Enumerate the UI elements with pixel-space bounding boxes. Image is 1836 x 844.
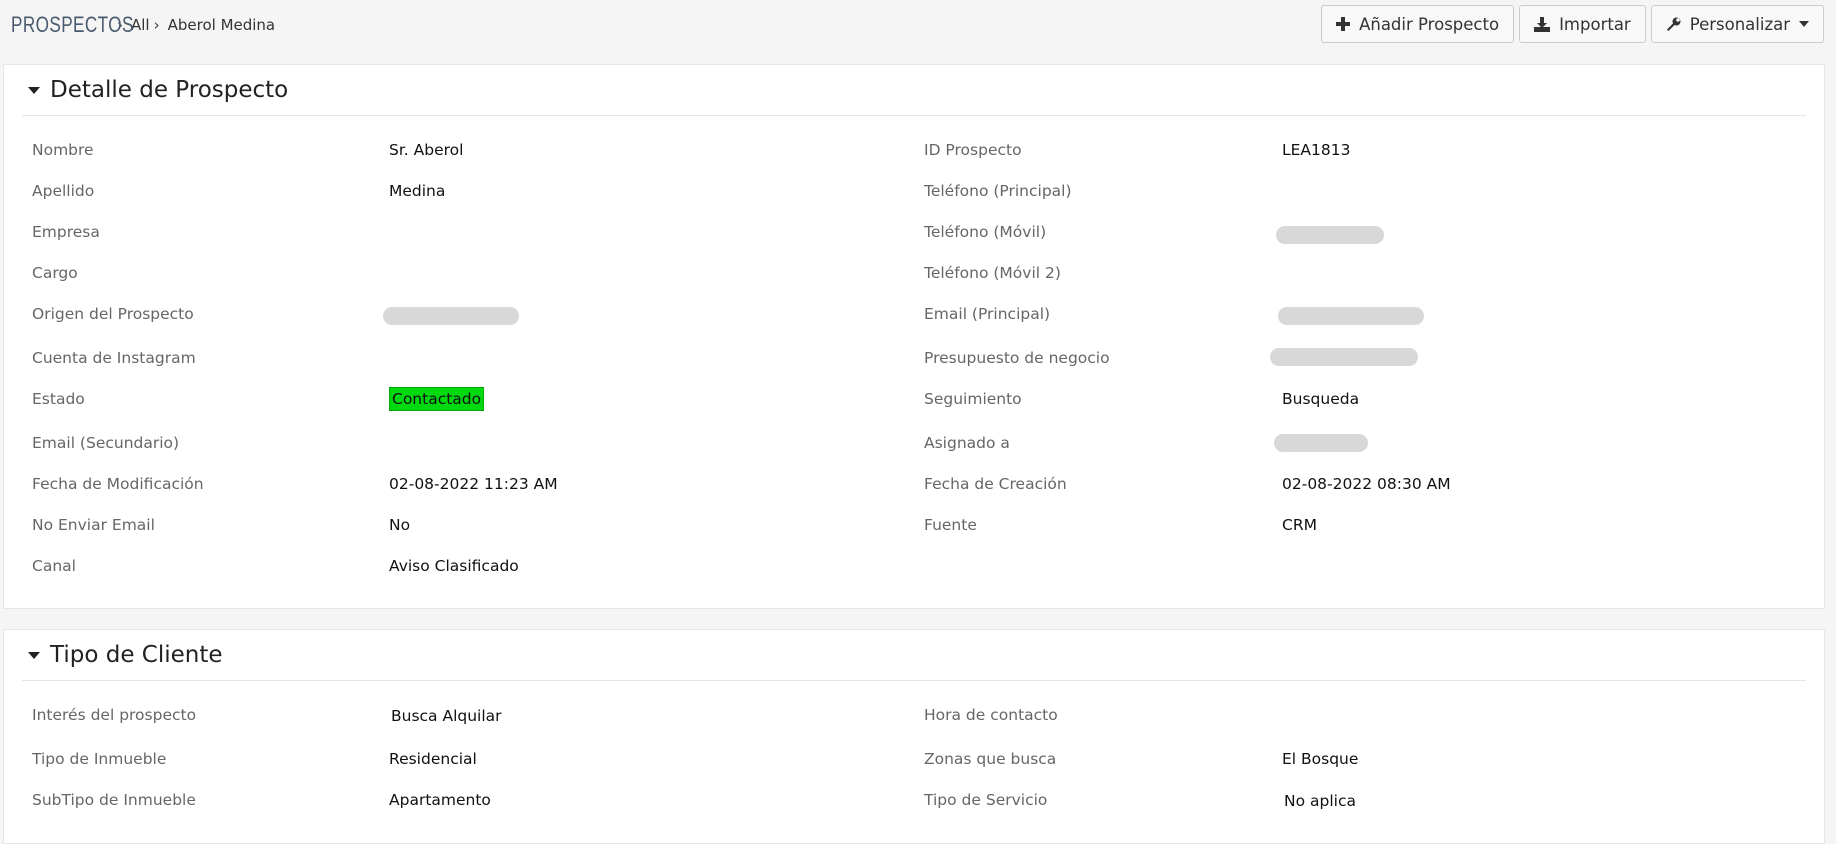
field-value: 02-08-2022 08:30 AM <box>1282 475 1451 493</box>
field-label: SubTipo de Inmueble <box>32 791 196 809</box>
field-label: Teléfono (Móvil) <box>924 223 1047 241</box>
download-icon <box>1534 16 1551 32</box>
field-value: Apartamento <box>389 791 491 809</box>
field-label: Hora de contacto <box>924 706 1058 724</box>
field-value: CRM <box>1282 516 1317 534</box>
field-label: Presupuesto de negocio <box>924 349 1110 367</box>
field-row: Nombre Sr. Aberol ID Prospecto LEA1813 <box>4 141 1824 161</box>
field-row: Interés del prospecto Busca Alquilar Hor… <box>4 706 1824 726</box>
caret-down-icon <box>1799 21 1809 27</box>
caret-down-icon <box>28 651 40 659</box>
redacted-budget <box>1270 348 1418 366</box>
caret-down-icon <box>28 86 40 94</box>
detail-panel-header[interactable]: Detalle de Prospecto <box>22 65 1806 116</box>
client-type-panel-header[interactable]: Tipo de Cliente <box>22 630 1806 681</box>
module-name[interactable]: PROSPECTOS <box>11 12 133 38</box>
field-row: Cargo Teléfono (Móvil 2) <box>4 264 1824 284</box>
wrench-icon <box>1666 17 1681 32</box>
field-value: Aviso Clasificado <box>389 557 519 575</box>
field-label: Estado <box>32 390 85 408</box>
field-value: LEA1813 <box>1282 141 1351 159</box>
field-value: No aplica <box>1284 792 1356 810</box>
field-value: 02-08-2022 11:23 AM <box>389 475 558 493</box>
field-row: Email (Secundario) Asignado a <box>4 434 1824 454</box>
toolbar: Añadir Prospecto Importar Personalizar <box>1321 5 1824 43</box>
field-label: ID Prospecto <box>924 141 1022 159</box>
field-label: No Enviar Email <box>32 516 155 534</box>
plus-icon <box>1336 17 1351 31</box>
field-label: Fecha de Modificación <box>32 475 204 493</box>
field-value: Busca Alquilar <box>391 707 502 725</box>
field-row: Tipo de Inmueble Residencial Zonas que b… <box>4 750 1824 770</box>
field-row: Origen del Prospecto Email (Principal) <box>4 305 1824 325</box>
field-label: Empresa <box>32 223 100 241</box>
add-prospect-label: Añadir Prospecto <box>1359 14 1500 34</box>
field-label: Zonas que busca <box>924 750 1057 768</box>
breadcrumb-all[interactable]: All <box>131 16 150 34</box>
redacted-assignee <box>1274 434 1368 452</box>
field-label: Teléfono (Principal) <box>924 182 1072 200</box>
customize-label: Personalizar <box>1689 14 1790 34</box>
chevron-right-icon: › <box>153 16 160 34</box>
field-label: Teléfono (Móvil 2) <box>924 264 1061 282</box>
field-label: Cargo <box>32 264 78 282</box>
field-value: Medina <box>389 182 446 200</box>
field-row: Canal Aviso Clasificado <box>4 557 1824 577</box>
breadcrumb: PROSPECTOS › All › Aberol Medina <box>11 12 275 38</box>
field-row: Estado Contactado Seguimiento Busqueda <box>4 387 1824 411</box>
field-row: No Enviar Email No Fuente CRM <box>4 516 1824 536</box>
section-title: Detalle de Prospecto <box>50 77 289 103</box>
customize-button[interactable]: Personalizar <box>1650 5 1824 43</box>
field-value: No <box>389 516 411 534</box>
breadcrumb-record: Aberol Medina <box>167 16 276 34</box>
field-label: Tipo de Inmueble <box>32 750 167 768</box>
import-label: Importar <box>1559 14 1631 34</box>
field-row: SubTipo de Inmueble Apartamento Tipo de … <box>4 791 1824 811</box>
field-row: Empresa Teléfono (Móvil) <box>4 223 1824 244</box>
redacted-mobile-phone <box>1276 226 1384 244</box>
add-prospect-button[interactable]: Añadir Prospecto <box>1321 5 1515 43</box>
field-label: Seguimiento <box>924 390 1022 408</box>
field-row: Cuenta de Instagram Presupuesto de negoc… <box>4 348 1824 369</box>
field-label: Fuente <box>924 516 977 534</box>
field-label: Tipo de Servicio <box>924 791 1048 809</box>
redacted-lead-source <box>383 307 519 325</box>
field-label: Origen del Prospecto <box>32 305 194 323</box>
field-row: Fecha de Modificación 02-08-2022 11:23 A… <box>4 475 1824 495</box>
field-value: Busqueda <box>1282 390 1360 408</box>
import-button[interactable]: Importar <box>1519 5 1646 43</box>
field-value: Sr. Aberol <box>389 141 464 159</box>
field-label: Cuenta de Instagram <box>32 349 196 367</box>
field-label: Nombre <box>32 141 94 159</box>
field-label: Email (Principal) <box>924 305 1051 323</box>
field-label: Fecha de Creación <box>924 475 1067 493</box>
detail-panel: Detalle de Prospecto Nombre Sr. Aberol I… <box>3 64 1825 609</box>
client-type-panel: Tipo de Cliente Interés del prospecto Bu… <box>3 629 1825 844</box>
status-badge: Contactado <box>389 387 485 411</box>
field-label: Email (Secundario) <box>32 434 180 452</box>
field-label: Interés del prospecto <box>32 706 197 724</box>
field-row: Apellido Medina Teléfono (Principal) <box>4 182 1824 202</box>
field-value: Residencial <box>389 750 477 768</box>
field-value: El Bosque <box>1282 750 1359 768</box>
section-title: Tipo de Cliente <box>50 642 223 668</box>
field-label: Apellido <box>32 182 95 200</box>
redacted-email-link[interactable] <box>1278 307 1424 325</box>
top-bar: PROSPECTOS › All › Aberol Medina Añadir … <box>0 0 1836 52</box>
field-label: Asignado a <box>924 434 1010 452</box>
field-label: Canal <box>32 557 76 575</box>
